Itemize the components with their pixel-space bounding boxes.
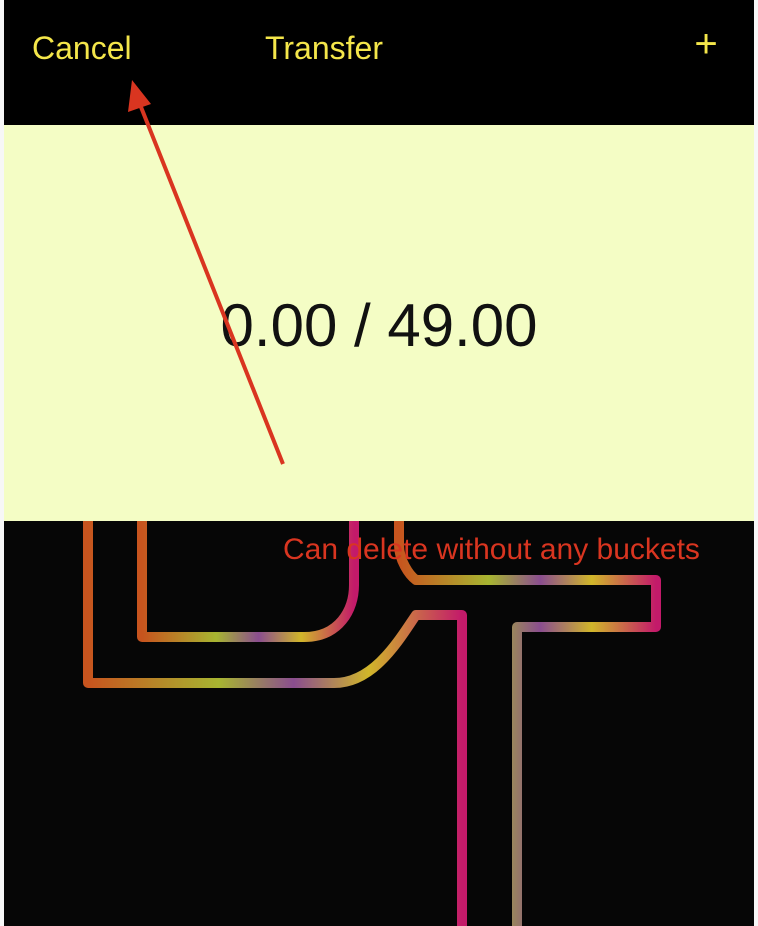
amount-panel: 0.00 / 49.00 Can delete without any buck… xyxy=(4,125,754,566)
page-title: Transfer xyxy=(265,30,383,66)
annotation-text: Can delete without any buckets xyxy=(283,533,700,566)
navigation-bar: Cancel Transfer + xyxy=(4,0,754,125)
app-screen: Cancel Transfer + 0.00 / 49.00 Can delet… xyxy=(4,0,754,926)
right-edge xyxy=(754,0,758,926)
add-button[interactable]: + xyxy=(684,22,728,66)
transfer-amount: 0.00 / 49.00 xyxy=(220,292,538,359)
